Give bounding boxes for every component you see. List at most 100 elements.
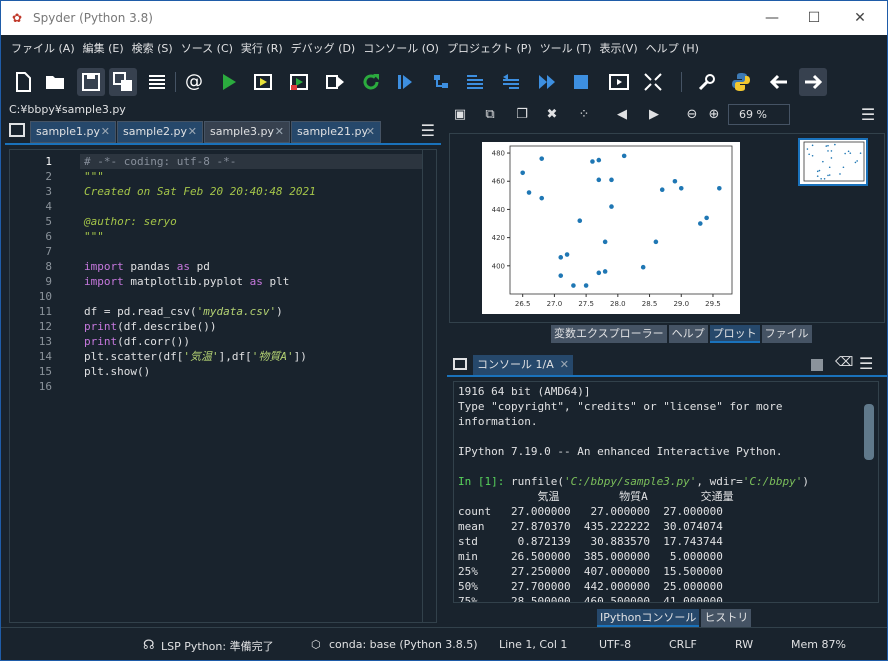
console-line: In [1]: runfile('C:/bbpy/sample3.py', wd… [458, 475, 810, 488]
lsp-status-icon: ☊ [143, 638, 155, 653]
tab-help[interactable]: ヘルプ [668, 325, 708, 343]
ipython-console[interactable]: 1916 64 bit (AMD64)] Type "copyright", "… [453, 381, 879, 603]
open-folder-icon[interactable] [41, 68, 69, 96]
tab-console-1a[interactable]: コンソール 1/A ✕ [473, 355, 573, 375]
x-tick-label: 28.0 [610, 300, 626, 308]
line-number: 11 [38, 305, 52, 318]
scatter-point [856, 160, 858, 162]
next-plot-icon[interactable]: ▶ [643, 105, 665, 125]
tab-sample3[interactable]: sample3.py ✕ [204, 121, 290, 143]
code-line: import matplotlib.pyplot as plt [84, 275, 290, 288]
wrench-icon[interactable] [693, 68, 721, 96]
eraser-icon[interactable]: ⌫ [835, 355, 853, 370]
line-number: 9 [45, 275, 52, 288]
menu-search[interactable]: 検索 (S) [128, 35, 177, 63]
tab-sample2[interactable]: sample2.py ✕ [117, 121, 203, 143]
run-cell-advance-icon[interactable] [285, 68, 313, 96]
menu-project[interactable]: プロジェクト (P) [443, 35, 536, 63]
save-all-icon[interactable] [109, 68, 137, 96]
minimize-button[interactable]: — [749, 1, 795, 35]
stop-icon[interactable] [567, 68, 595, 96]
run-icon[interactable] [215, 68, 243, 96]
close-tab-icon[interactable]: ✕ [188, 122, 197, 142]
zoom-out-icon[interactable]: ⊖ [681, 105, 703, 125]
tab-history[interactable]: ヒストリ [701, 609, 752, 627]
rerun-icon[interactable] [357, 68, 385, 96]
menu-help[interactable]: ヘルプ (H) [642, 35, 703, 63]
tab-sample1[interactable]: sample1.py ✕ [30, 121, 116, 143]
zoom-level-field[interactable]: 69 % [728, 104, 790, 125]
scatter-point [822, 160, 824, 163]
close-button[interactable]: ✕ [837, 1, 883, 35]
fullscreen-icon[interactable] [639, 68, 667, 96]
menu-tools[interactable]: ツール (T) [536, 35, 596, 63]
previous-plot-icon[interactable]: ◀ [611, 105, 633, 125]
editor-pane: sample1.py ✕ sample2.py ✕ sample3.py ✕ samp… [5, 119, 441, 627]
remove-plot-icon[interactable]: ✖ [541, 105, 563, 125]
menu-file[interactable]: ファイル (A) [7, 35, 79, 63]
console-scrollbar[interactable] [864, 404, 874, 594]
at-icon[interactable]: @ [180, 68, 208, 96]
plot-viewer: 26.5 27.0 27.5 28.0 28.5 29.0 29.5 400 420 440 460… [449, 133, 885, 323]
step-return-icon[interactable] [497, 68, 525, 96]
code-area[interactable]: # -*- coding: utf-8 -*- """ Created on S… [80, 150, 422, 622]
plot-thumbnail[interactable] [798, 138, 868, 186]
pane-options-menu-icon[interactable]: ☰ [859, 354, 873, 373]
code-line: """ [84, 230, 104, 243]
copy-plot-icon[interactable]: ❐ [511, 105, 533, 125]
console-line: std 0.872139 30.883570 17.743744 [458, 535, 723, 548]
step-icon[interactable] [427, 68, 455, 96]
maximize-pane-icon[interactable] [605, 68, 633, 96]
pane-options-menu-icon[interactable]: ☰ [857, 105, 879, 125]
menu-console[interactable]: コンソール (O) [359, 35, 443, 63]
python-icon[interactable] [727, 68, 755, 96]
tab-variable-explorer[interactable]: 変数エクスプローラー [551, 325, 667, 343]
tab-plots[interactable]: プロット [709, 325, 760, 343]
save-plot-icon[interactable]: ▣ [449, 105, 471, 125]
continue-icon[interactable] [533, 68, 561, 96]
zoom-in-icon[interactable]: ⊕ [703, 105, 725, 125]
close-tab-icon[interactable]: ✕ [366, 122, 375, 142]
line-number-gutter: 1 2 3 4 5 6 7 8 9 10 11 12 13 14 15 16 [10, 150, 78, 622]
back-arrow-icon[interactable] [765, 68, 793, 96]
new-file-icon[interactable] [9, 68, 37, 96]
console-line: 50% 27.700000 442.000000 25.000000 [458, 580, 723, 593]
debug-icon[interactable] [391, 68, 419, 96]
remove-all-plots-icon[interactable]: ⁘ [573, 105, 595, 125]
console-line: Type "copyright", "credits" or "license"… [458, 400, 783, 413]
tab-files[interactable]: ファイル [761, 325, 812, 343]
close-tab-icon[interactable]: ✕ [560, 355, 569, 375]
code-editor[interactable]: 1 2 3 4 5 6 7 8 9 10 11 12 13 14 15 16 # -*- coding: ut… [9, 149, 437, 623]
menu-edit[interactable]: 編集 (E) [79, 35, 128, 63]
editor-scrollbar[interactable] [422, 150, 436, 622]
list-icon[interactable] [143, 68, 171, 96]
run-selection-icon[interactable] [321, 68, 349, 96]
step-into-icon[interactable] [461, 68, 489, 96]
pane-options-menu-icon[interactable]: ☰ [421, 121, 435, 140]
scatter-point [717, 185, 722, 191]
run-cell-icon[interactable] [249, 68, 277, 96]
browse-tabs-icon[interactable] [9, 123, 25, 137]
console-pane-tabs: IPythonコンソール ヒストリ [597, 609, 753, 627]
tab-sample21[interactable]: sample21.py ✕ [291, 121, 381, 143]
menu-view[interactable]: 表示(V) [596, 35, 642, 63]
menu-run[interactable]: 実行 (R) [237, 35, 287, 63]
scatter-point [697, 221, 703, 226]
scatter-point [839, 173, 841, 175]
close-tab-icon[interactable]: ✕ [101, 122, 110, 142]
maximize-button[interactable]: ☐ [791, 1, 837, 35]
tab-ipython-console[interactable]: IPythonコンソール [597, 609, 700, 627]
save-icon[interactable] [77, 68, 105, 96]
close-tab-icon[interactable]: ✕ [275, 122, 284, 142]
forward-arrow-icon[interactable] [799, 68, 827, 96]
browse-tabs-icon[interactable] [453, 358, 467, 370]
menu-debug[interactable]: デバッグ (D) [287, 35, 360, 63]
console-scroll-thumb[interactable] [864, 404, 874, 460]
y-tick-label: 460 [492, 178, 505, 186]
y-tick-label: 440 [492, 206, 505, 214]
save-all-plots-icon[interactable]: ⧉ [479, 105, 501, 125]
menu-source[interactable]: ソース (C) [177, 35, 237, 63]
stop-kernel-icon[interactable] [811, 359, 823, 371]
line-number: 15 [38, 365, 52, 378]
scatter-point [823, 177, 826, 180]
